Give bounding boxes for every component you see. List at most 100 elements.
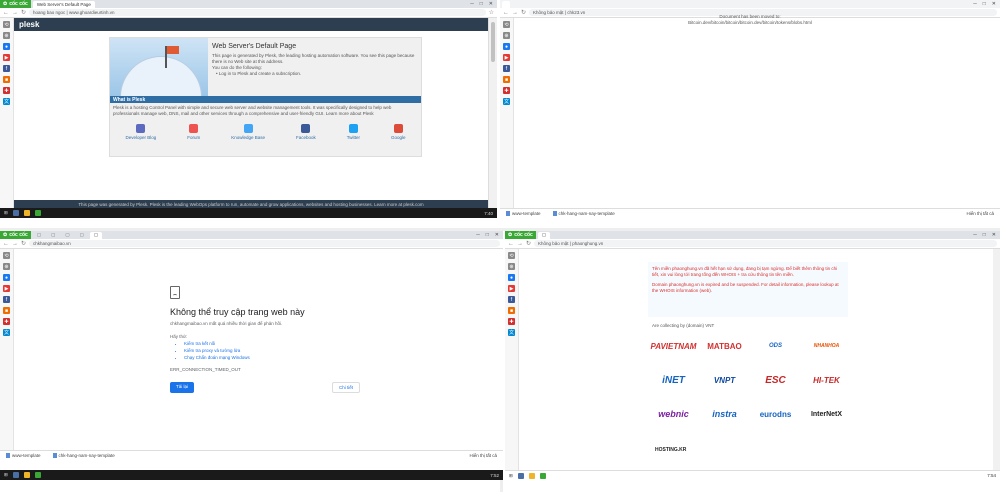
- messenger-icon[interactable]: ●: [503, 43, 510, 50]
- browser-icon[interactable]: [34, 210, 41, 216]
- tab-item[interactable]: ▢: [61, 232, 73, 239]
- tab-item[interactable]: ▢: [33, 232, 45, 239]
- explorer-icon[interactable]: [23, 210, 30, 216]
- history-icon[interactable]: ⟲: [508, 252, 515, 259]
- minimize-icon[interactable]: ─: [470, 1, 474, 7]
- download-item[interactable]: chk-hang-nam-nay-template: [552, 211, 615, 216]
- translate-icon[interactable]: 文: [503, 98, 510, 105]
- news-icon[interactable]: ■: [3, 76, 10, 83]
- hosting-logo[interactable]: HOSTING.KR: [655, 447, 686, 453]
- show-all-downloads[interactable]: Hiển thị tất cả: [966, 211, 994, 216]
- tab-item[interactable]: ▢: [76, 232, 88, 239]
- link-twitter[interactable]: Twitter: [347, 124, 360, 140]
- reload-icon[interactable]: ↻: [526, 240, 531, 247]
- download-item[interactable]: www-template: [506, 211, 541, 216]
- registrar-logo[interactable]: iNET: [650, 369, 697, 391]
- forward-icon[interactable]: →: [12, 241, 18, 247]
- explorer-icon[interactable]: [528, 472, 535, 479]
- link-developer-blog[interactable]: Developer Blog: [125, 124, 156, 140]
- facebook-icon[interactable]: f: [508, 296, 515, 303]
- youtube-icon[interactable]: ▶: [508, 285, 515, 292]
- messenger-icon[interactable]: ●: [3, 274, 10, 281]
- reload-icon[interactable]: ↻: [21, 240, 26, 247]
- coccoc-brand[interactable]: ✿ cốc cốc: [0, 231, 31, 239]
- facebook-icon[interactable]: f: [3, 65, 10, 72]
- news-icon[interactable]: ■: [503, 76, 510, 83]
- details-button[interactable]: Chi tiết: [331, 382, 360, 394]
- close-icon[interactable]: ✕: [495, 232, 499, 238]
- history-icon[interactable]: ⟲: [3, 21, 10, 28]
- windows-start-icon[interactable]: ⊞: [4, 472, 8, 478]
- news-icon[interactable]: ■: [3, 307, 10, 314]
- download-item[interactable]: chk-hang-nam-nay-template: [52, 453, 115, 458]
- suggestion-link[interactable]: Kiểm tra proxy và tường lửa: [184, 348, 360, 355]
- game-icon[interactable]: ✚: [508, 318, 515, 325]
- reload-button[interactable]: Tải lại: [170, 382, 195, 394]
- history-icon[interactable]: ⟲: [3, 252, 10, 259]
- suggestion-link[interactable]: Chạy Chẩn đoán mạng Windows: [184, 355, 360, 362]
- link-forum[interactable]: Forum: [187, 124, 200, 140]
- extensions-icon[interactable]: ⊕: [508, 263, 515, 270]
- back-icon[interactable]: ←: [3, 241, 9, 247]
- extensions-icon[interactable]: ⊕: [503, 32, 510, 39]
- registrar-logo[interactable]: ODS: [752, 335, 799, 357]
- minimize-icon[interactable]: ─: [973, 1, 977, 7]
- url-input[interactable]: Không bảo mật | phaonghung.vn: [534, 240, 997, 247]
- tab-current[interactable]: [502, 0, 510, 8]
- youtube-icon[interactable]: ▶: [503, 54, 510, 61]
- windows-start-icon[interactable]: ⊞: [4, 210, 8, 216]
- back-icon[interactable]: ←: [3, 10, 9, 16]
- translate-icon[interactable]: 文: [3, 98, 10, 105]
- registrar-logo[interactable]: InterNetX: [803, 403, 850, 425]
- maximize-icon[interactable]: □: [983, 232, 986, 238]
- registrar-logo[interactable]: PAVIETNAM: [650, 335, 697, 357]
- messenger-icon[interactable]: ●: [508, 274, 515, 281]
- close-icon[interactable]: ✕: [489, 1, 493, 7]
- coccoc-brand[interactable]: ✿ cốc cốc: [505, 231, 536, 239]
- registrar-logo[interactable]: HI-TEK: [803, 369, 850, 391]
- translate-icon[interactable]: 文: [3, 329, 10, 336]
- facebook-icon[interactable]: f: [3, 296, 10, 303]
- registrar-logo[interactable]: VNPT: [701, 369, 748, 391]
- game-icon[interactable]: ✚: [503, 87, 510, 94]
- forward-icon[interactable]: →: [517, 241, 523, 247]
- url-input[interactable]: hoang bao ngoc | www.ghoardieurtinh.vn: [29, 9, 486, 16]
- tab-item[interactable]: ▢: [47, 232, 59, 239]
- search-icon[interactable]: [12, 210, 19, 216]
- registrar-logo[interactable]: eurodns: [752, 403, 799, 425]
- forward-icon[interactable]: →: [12, 10, 18, 16]
- extensions-icon[interactable]: ⊕: [3, 263, 10, 270]
- redirect-link[interactable]: Bitcoin.dev/bitcoin/bitcoin/bitcoin.dev/…: [500, 20, 1000, 26]
- back-icon[interactable]: ←: [508, 241, 514, 247]
- maximize-icon[interactable]: □: [983, 1, 986, 7]
- registrar-logo[interactable]: ESC: [752, 369, 799, 391]
- tab-domain[interactable]: ▢: [537, 231, 551, 239]
- search-icon[interactable]: [12, 472, 19, 478]
- facebook-icon[interactable]: f: [503, 65, 510, 72]
- search-icon[interactable]: [517, 472, 524, 479]
- browser-icon[interactable]: [539, 472, 546, 479]
- maximize-icon[interactable]: □: [486, 232, 489, 238]
- minimize-icon[interactable]: ─: [973, 232, 977, 238]
- star-icon[interactable]: ☆: [489, 9, 494, 16]
- news-icon[interactable]: ■: [508, 307, 515, 314]
- game-icon[interactable]: ✚: [3, 87, 10, 94]
- registrar-logo[interactable]: NHANHOA: [803, 335, 850, 357]
- registrar-logo[interactable]: instra: [701, 403, 748, 425]
- close-icon[interactable]: ✕: [992, 1, 996, 7]
- extensions-icon[interactable]: ⊕: [3, 32, 10, 39]
- tab-active[interactable]: ▢: [89, 231, 103, 239]
- youtube-icon[interactable]: ▶: [3, 54, 10, 61]
- reload-icon[interactable]: ↻: [21, 9, 26, 16]
- windows-start-icon[interactable]: ⊞: [509, 473, 513, 479]
- scroll-thumb[interactable]: [491, 22, 495, 62]
- youtube-icon[interactable]: ▶: [3, 285, 10, 292]
- explorer-icon[interactable]: [23, 472, 30, 478]
- minimize-icon[interactable]: ─: [476, 232, 480, 238]
- maximize-icon[interactable]: □: [480, 1, 483, 7]
- download-item[interactable]: www-template: [6, 453, 41, 458]
- scrollbar[interactable]: [993, 249, 1000, 470]
- link-google[interactable]: Google: [391, 124, 405, 140]
- browser-icon[interactable]: [34, 472, 41, 478]
- registrar-logo[interactable]: MATBAO: [701, 335, 748, 357]
